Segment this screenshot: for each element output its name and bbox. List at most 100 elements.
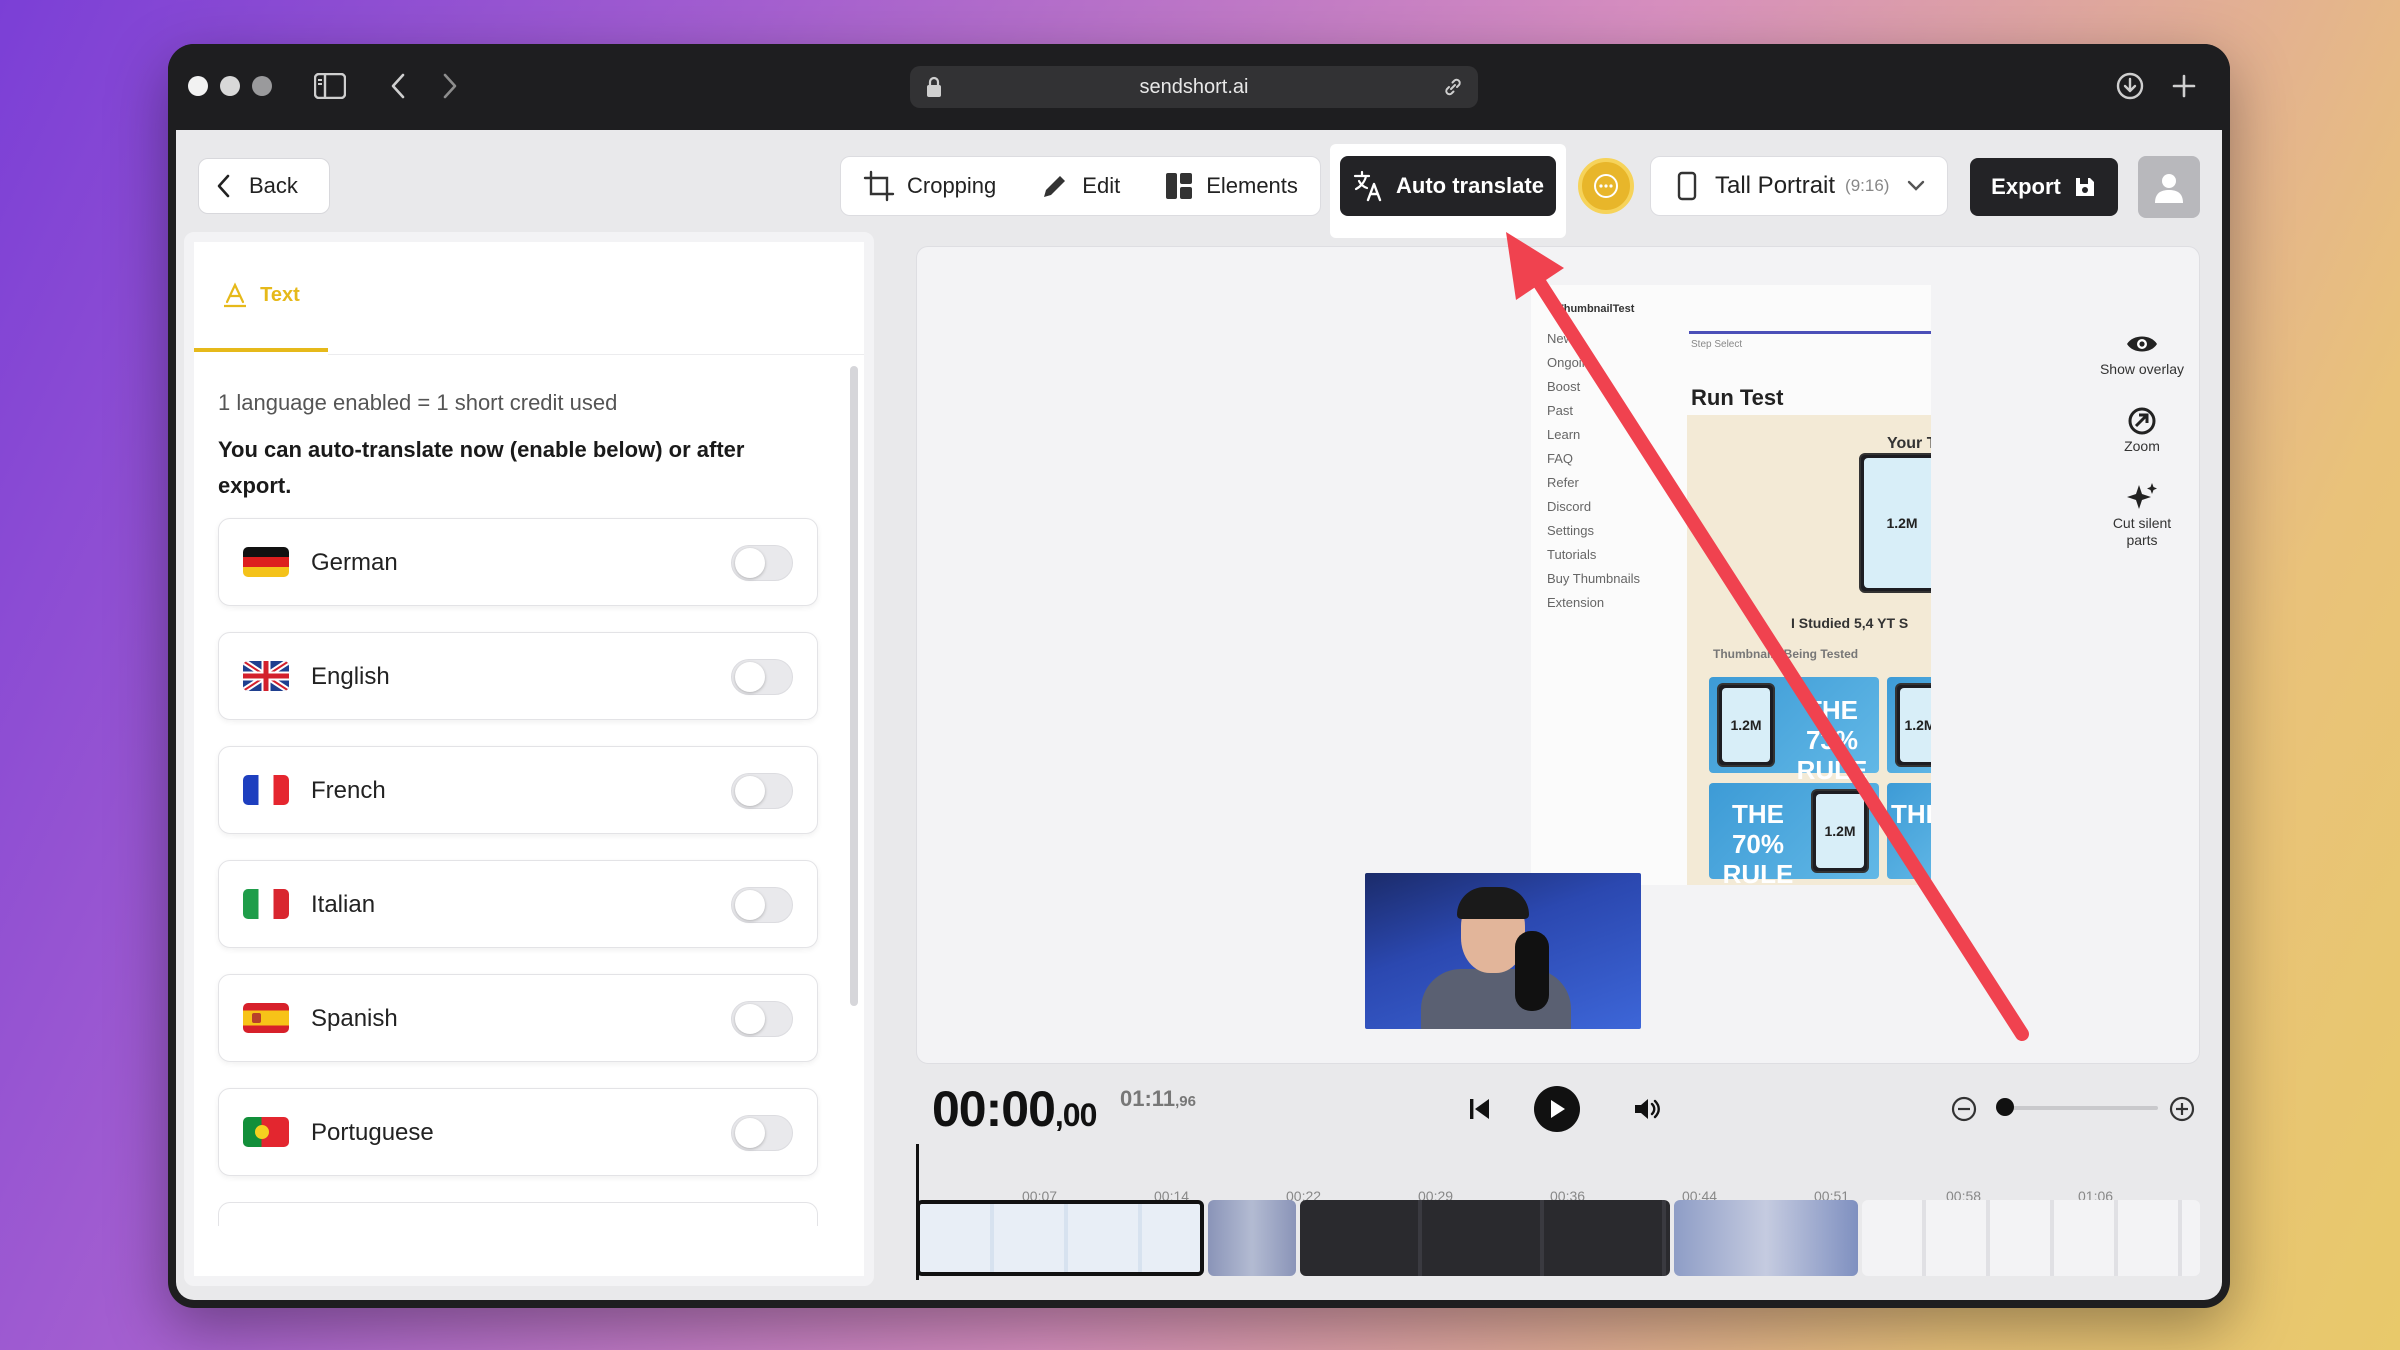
french-toggle[interactable] [731,773,793,809]
video-views: 1.2M [1900,688,1931,762]
cropping-tool-button[interactable]: Cropping [841,157,1018,215]
timeline-zoom-slider[interactable] [2002,1106,2158,1110]
flag-france-icon [243,775,289,805]
zoom-out-button[interactable] [1946,1086,1982,1132]
crop-icon [863,170,895,202]
preview-side-tools: Show overlay Zoom Cut silent parts [2097,327,2187,575]
flag-germany-icon [243,547,289,577]
video-main: Step Select Run Test Your T 1.2M I Studi… [1687,285,1931,885]
video-views: 1.2M [1864,458,1931,588]
flag-spain-icon [243,1003,289,1033]
minus-circle-icon [1951,1096,1977,1122]
back-label: Back [249,173,298,198]
timeline-clips [916,1200,2200,1276]
facecam-video [1365,873,1641,1029]
edit-tool-button[interactable]: Edit [1018,157,1142,215]
duration-fraction: ,96 [1175,1093,1196,1110]
play-button[interactable] [1534,1086,1580,1132]
elements-tool-button[interactable]: Elements [1142,157,1320,215]
skip-back-button[interactable] [1460,1086,1500,1132]
flag-uk-icon [243,661,289,691]
export-button[interactable]: Export [1970,158,2118,216]
edit-label: Edit [1082,173,1121,198]
video-heading: Run Test [1691,385,1784,410]
play-icon [1551,1100,1565,1118]
browser-window: sendshort.ai Back Cropping Edit Elements… [168,44,2230,1308]
back-button[interactable]: Back [198,158,330,214]
italian-toggle[interactable] [731,887,793,923]
language-row-italian[interactable]: Italian [218,860,818,948]
browser-back-icon[interactable] [380,68,416,104]
elements-label: Elements [1206,173,1298,198]
volume-button[interactable] [1628,1086,1668,1132]
close-window-button[interactable] [188,76,208,96]
chevron-down-icon [1908,180,1925,191]
video-views: 1.2M [1816,794,1864,868]
language-row-english[interactable]: English [218,632,818,720]
url-text: sendshort.ai [1139,75,1249,98]
english-toggle[interactable] [731,659,793,695]
video-thumb-text: THE 70% RULE [1722,799,1794,885]
language-row-german[interactable]: German [218,518,818,606]
browser-forward-icon[interactable] [432,68,468,104]
show-overlay-label: Show overlay [2099,361,2185,377]
cut-silent-parts-button[interactable]: Cut silent parts [2097,481,2187,549]
video-views: 1.2M [1722,688,1770,762]
panel-scrollbar[interactable] [850,366,858,1006]
volume-icon [1635,1099,1660,1119]
timeline-clip[interactable] [1208,1200,1296,1276]
video-nav-item: Boost [1547,379,1581,394]
chat-icon[interactable] [1578,158,1634,214]
video-thumbnail: THE 70% RULE 1.2M [1709,783,1879,885]
video-thumb-text: THE RU [1891,799,1931,829]
language-name: English [311,663,390,690]
current-time: 00:00,00 [932,1080,1097,1138]
video-your-t: Your T [1887,435,1931,452]
language-name: Spanish [311,1005,398,1032]
timeline-zoom-knob[interactable] [1996,1098,2014,1116]
download-icon[interactable] [2112,68,2148,104]
user-avatar-button[interactable] [2138,156,2200,218]
timeline-playhead[interactable] [916,1144,919,1280]
portuguese-toggle[interactable] [731,1115,793,1151]
video-steps: Step Select [1691,339,1743,350]
language-row-spanish[interactable]: Spanish [218,974,818,1062]
maximize-window-button[interactable] [252,76,272,96]
auto-translate-label: Auto translate [1396,173,1544,198]
sidebar-toggle-icon[interactable] [312,68,348,104]
video-studied-tail: YT S [1877,615,1909,631]
translate-panel: Text 1 language enabled = 1 short credit… [184,232,874,1286]
video-nav-item: Refer [1547,475,1579,490]
language-row-portuguese[interactable]: Portuguese [218,1088,818,1176]
tab-divider [328,354,864,355]
pencil-icon [1044,176,1066,197]
tab-text-label: Text [260,283,300,306]
auto-translate-button[interactable]: Auto translate [1340,156,1556,216]
format-selector[interactable]: Tall Portrait (9:16) [1650,156,1948,216]
user-icon [2155,174,2183,203]
export-label: Export [1991,174,2061,199]
zoom-button[interactable]: Zoom [2097,404,2187,455]
minimize-window-button[interactable] [220,76,240,96]
video-preview: ThumbnailTest New Ongoing Boost Past Lea… [916,246,2200,1064]
cut-silent-parts-label: Cut silent parts [2112,515,2172,548]
timeline-clip[interactable] [1300,1200,1670,1276]
zoom-in-button[interactable] [2164,1086,2200,1132]
show-overlay-button[interactable]: Show overlay [2097,327,2187,378]
tab-text[interactable]: Text [194,242,328,352]
spanish-toggle[interactable] [731,1001,793,1037]
editor-app: Back Cropping Edit Elements Auto transla… [176,130,2222,1300]
address-bar[interactable]: sendshort.ai [910,66,1478,108]
video-thumbnail: THE RU [1887,783,1931,879]
video-nav-item: FAQ [1547,451,1574,466]
language-row-next[interactable] [218,1202,818,1226]
new-tab-icon[interactable] [2166,68,2202,104]
format-ratio: (9:16) [1845,176,1890,195]
chevron-left-icon [217,174,230,198]
link-icon[interactable] [1442,76,1464,104]
german-toggle[interactable] [731,545,793,581]
timeline-clip[interactable] [1862,1200,2200,1276]
language-row-french[interactable]: French [218,746,818,834]
timeline-clip-selected[interactable] [916,1200,1204,1276]
timeline-clip[interactable] [1674,1200,1858,1276]
